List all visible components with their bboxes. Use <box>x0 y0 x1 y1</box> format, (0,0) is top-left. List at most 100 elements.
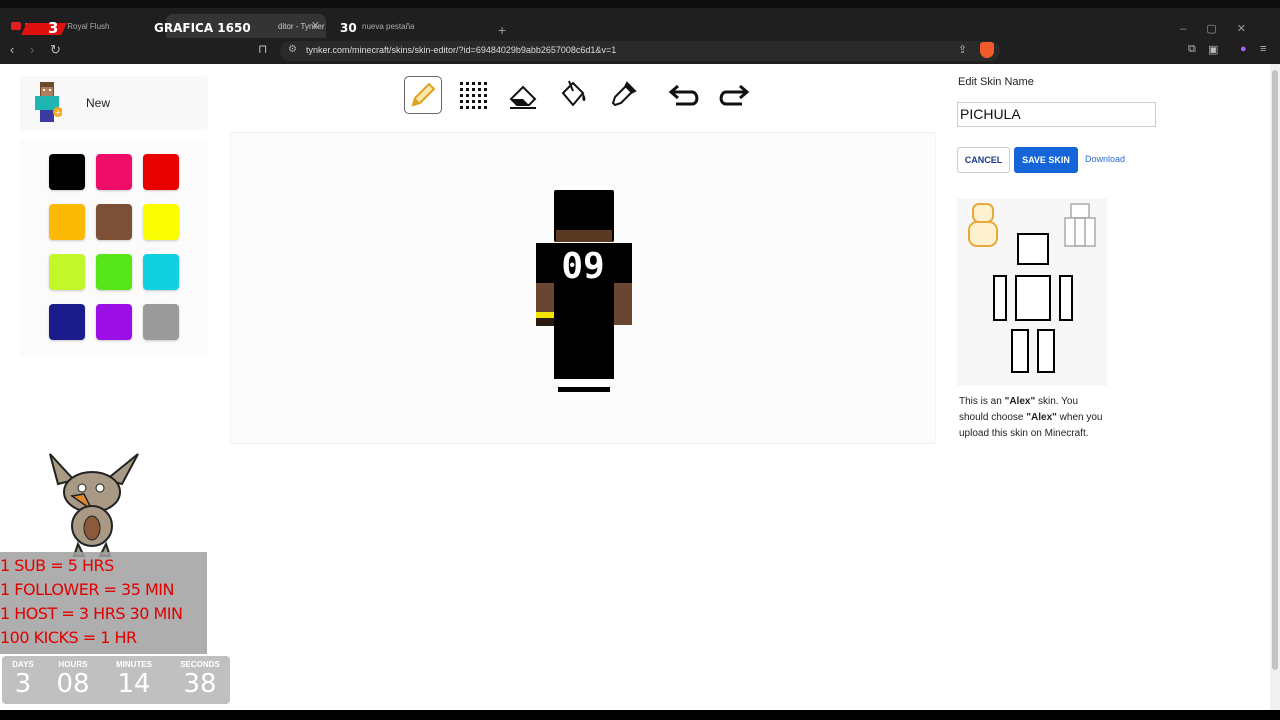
share-icon[interactable]: ⇪ <box>958 43 967 56</box>
cancel-button[interactable]: CANCEL <box>957 147 1010 173</box>
wallet-icon[interactable]: ▣ <box>1208 43 1218 56</box>
right-leg-part[interactable] <box>1011 329 1029 373</box>
left-arm-part[interactable] <box>1059 275 1073 321</box>
timer-days: DAYS 3 <box>2 660 44 699</box>
color-swatch[interactable] <box>96 254 132 290</box>
page-scrollbar[interactable] <box>1270 64 1280 710</box>
stream-banner <box>21 23 67 35</box>
scrollbar-thumb[interactable] <box>1272 70 1278 670</box>
alex-model-icon[interactable] <box>968 203 998 247</box>
url-text: tynker.com/minecraft/skins/skin-editor/?… <box>306 45 617 55</box>
tab-label: nueva pestaña <box>362 22 415 31</box>
back-icon[interactable]: ‹ <box>10 42 14 57</box>
rule-line: 1 HOST = 3 HRS 30 MIN <box>0 604 183 623</box>
timer-value: 38 <box>183 669 217 699</box>
download-link[interactable]: Download <box>1085 154 1125 164</box>
rule-line: 1 SUB = 5 HRS <box>0 556 114 575</box>
eraser-icon <box>509 85 537 109</box>
bottom-edge <box>0 710 1280 720</box>
timer-value: 14 <box>117 669 151 699</box>
eraser-tool[interactable] <box>504 76 542 114</box>
window-controls[interactable]: –▢✕ <box>1180 22 1266 35</box>
skin-type-description: This is an "Alex" skin. You should choos… <box>959 394 1109 442</box>
pencil-tool[interactable] <box>404 76 442 114</box>
reload-icon[interactable]: ↻ <box>50 42 61 58</box>
subathon-timer: DAYS 3 HOURS 08 MINUTES 14 SECONDS 38 <box>2 656 230 704</box>
grid-tool[interactable] <box>454 76 492 114</box>
extensions-icon[interactable]: ⧉ <box>1188 43 1196 56</box>
color-swatch[interactable] <box>143 204 179 240</box>
timer-label: HOURS <box>58 660 88 669</box>
page-content: + New 09 Edit Skin Name PICHULA CANCEL S… <box>0 64 1270 710</box>
new-label: New <box>86 96 111 110</box>
color-swatch[interactable] <box>143 304 179 340</box>
timer-seconds: SECONDS 38 <box>174 660 226 699</box>
undo-button[interactable] <box>666 76 704 114</box>
steve-model-icon[interactable] <box>1064 203 1096 247</box>
tab-bar: Remmurd - Royal Flush ditor - Tynker ✕ n… <box>0 0 1280 40</box>
timer-hours: HOURS 08 <box>48 660 98 699</box>
close-icon[interactable]: ✕ <box>311 19 320 32</box>
stream-mascot <box>49 453 139 557</box>
menu-icon[interactable]: ≡ <box>1260 43 1266 55</box>
timer-label: SECONDS <box>180 660 220 669</box>
bucket-icon <box>561 80 586 107</box>
fill-tool[interactable] <box>554 76 592 114</box>
left-leg-part[interactable] <box>1037 329 1055 373</box>
torso-part[interactable] <box>1015 275 1051 321</box>
stream-counter: 30 <box>340 21 357 35</box>
address-bar[interactable]: ⚙ tynker.com/minecraft/skins/skin-editor… <box>280 41 1000 61</box>
color-swatch[interactable] <box>143 254 179 290</box>
undo-icon <box>668 84 699 106</box>
site-info-icon[interactable]: ⚙ <box>288 44 297 55</box>
desc-alex: "Alex" <box>1026 412 1057 423</box>
color-swatch[interactable] <box>49 304 85 340</box>
brave-shield-icon[interactable] <box>980 42 994 58</box>
desc-alex: "Alex" <box>1004 396 1036 407</box>
timer-minutes: MINUTES 14 <box>108 660 160 699</box>
body-parts-diagram <box>968 203 1096 373</box>
youtube-icon <box>11 22 21 30</box>
color-swatch[interactable] <box>49 154 85 190</box>
rule-line: 1 FOLLOWER = 35 MIN <box>0 580 174 599</box>
stream-title: GRAFICA 1650 <box>154 21 251 35</box>
eyedropper-tool[interactable] <box>604 76 642 114</box>
eyedropper-icon <box>611 81 637 107</box>
browser-window: Remmurd - Royal Flush ditor - Tynker ✕ n… <box>0 0 1280 720</box>
tool-bar <box>404 76 754 116</box>
new-skin-card[interactable]: + New <box>20 76 208 130</box>
rule-line: 100 KICKS = 1 HR <box>0 628 137 647</box>
color-swatch[interactable] <box>96 154 132 190</box>
new-tab-icon[interactable]: + <box>498 22 506 38</box>
color-swatch[interactable] <box>143 154 179 190</box>
color-swatch[interactable] <box>96 304 132 340</box>
edit-skin-title: Edit Skin Name <box>958 76 1034 88</box>
color-swatch[interactable] <box>49 254 85 290</box>
right-arm-part[interactable] <box>993 275 1007 321</box>
skin-preview[interactable]: 09 <box>533 190 633 402</box>
timer-label: MINUTES <box>116 660 152 669</box>
pencil-icon <box>411 82 436 107</box>
subathon-rules: 1 SUB = 5 HRS 1 FOLLOWER = 35 MIN 1 HOST… <box>0 552 207 654</box>
browser-toolbar: ‹ › ↻ ⊓ ⚙ tynker.com/minecraft/skins/ski… <box>0 38 1280 64</box>
head-part[interactable] <box>1017 233 1049 265</box>
stream-counter: 3 <box>48 19 59 37</box>
skin-name-input[interactable]: PICHULA <box>957 102 1156 127</box>
save-skin-button[interactable]: SAVE SKIN <box>1014 147 1078 173</box>
timer-label: DAYS <box>12 660 34 669</box>
redo-icon <box>719 84 750 106</box>
forward-icon[interactable]: › <box>30 42 34 57</box>
timer-value: 08 <box>56 669 90 699</box>
desc-text: This is an <box>959 396 1005 407</box>
bookmark-icon[interactable]: ⊓ <box>258 42 267 56</box>
svg-text:+: + <box>55 108 62 117</box>
grid-icon <box>460 82 487 109</box>
leo-icon[interactable]: ● <box>1240 43 1247 55</box>
skin-canvas[interactable]: 09 <box>230 132 936 444</box>
redo-button[interactable] <box>714 76 752 114</box>
timer-value: 3 <box>14 669 32 699</box>
color-swatch[interactable] <box>96 204 132 240</box>
body-part-selector <box>957 198 1107 386</box>
color-swatch[interactable] <box>49 204 85 240</box>
jersey-number: 09 <box>561 246 604 287</box>
